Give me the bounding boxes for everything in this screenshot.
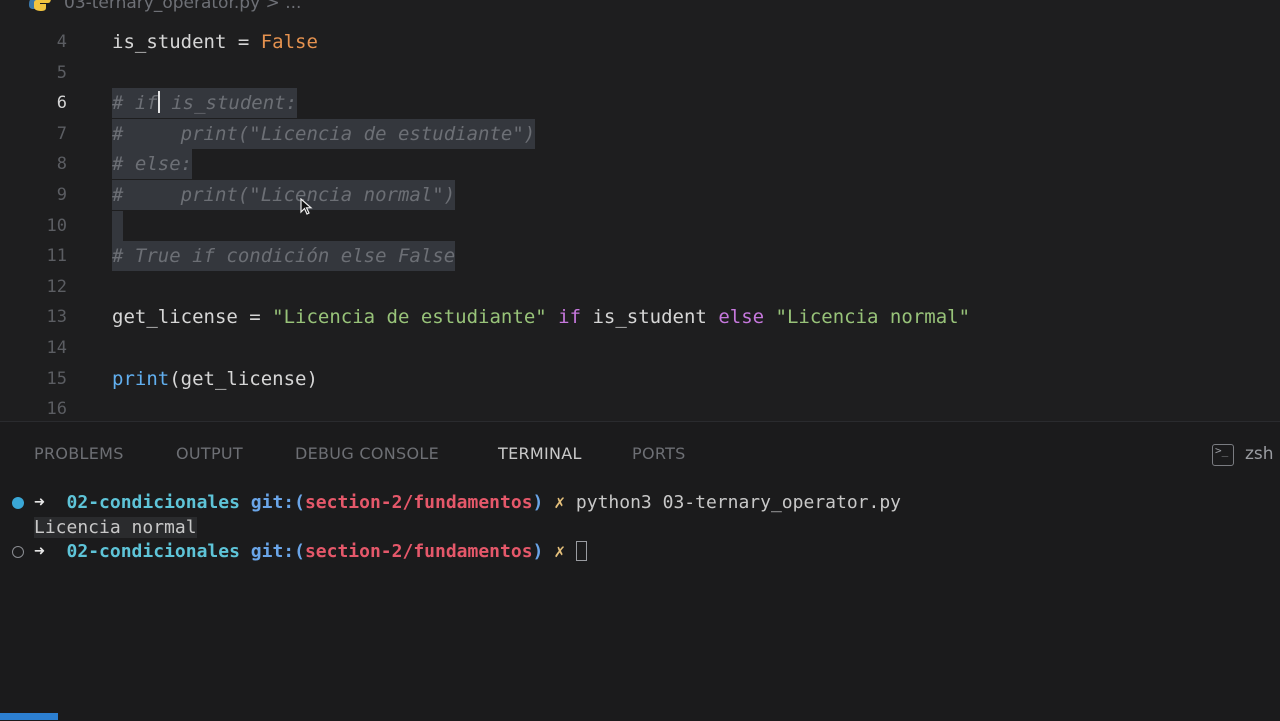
code-text: # print("Licencia de estudiante") — [112, 118, 536, 149]
code-line[interactable]: 4 is_student = False — [0, 27, 1280, 57]
terminal-icon[interactable] — [1212, 444, 1234, 466]
line-number: 14 — [46, 338, 67, 358]
prompt-git: git:( — [250, 541, 305, 562]
code-text — [112, 210, 124, 241]
code-token: = — [237, 31, 261, 53]
code-text: print(get_license) — [112, 364, 318, 394]
python-file-icon — [29, 0, 51, 11]
line-number: 15 — [46, 368, 67, 389]
panel-tabs: PROBLEMS OUTPUT DEBUG CONSOLE TERMINAL P… — [0, 422, 1280, 484]
code-token: # print("Licencia de estudiante") — [112, 122, 536, 145]
code-editor[interactable]: 4 is_student = False 5 6 # if is_student: 7 # … — [0, 27, 1280, 421]
prompt-arrow-icon: ➜ — [34, 541, 45, 562]
line-number: 4 — [56, 32, 67, 52]
code-token: if — [558, 306, 582, 329]
remote-indicator[interactable] — [0, 713, 58, 720]
line-number: 9 — [56, 185, 67, 205]
prompt-arrow-icon: ➜ — [34, 492, 45, 513]
terminal-command: python3 03-ternary_operator.py — [575, 492, 902, 513]
terminal-line[interactable]: ➜ 02-condicionales git:(section-2/fundam… — [0, 539, 1280, 565]
code-token: False — [260, 31, 318, 53]
line-number: 16 — [46, 399, 67, 420]
shell-name[interactable]: zsh — [1245, 444, 1274, 464]
prompt-directory: 02-condicionales — [66, 492, 240, 513]
code-line[interactable]: 11 # True if condición else False — [0, 241, 1280, 272]
line-number: 6 — [56, 93, 67, 114]
prompt-git: git:( — [250, 492, 305, 513]
code-text: # print("Licencia normal") — [112, 180, 456, 210]
dirty-icon: ✗ — [554, 492, 566, 513]
line-number: 8 — [56, 154, 67, 175]
tab-terminal[interactable]: TERMINAL — [498, 444, 582, 463]
command-status-icon[interactable] — [12, 546, 24, 558]
tab-debug-console[interactable]: DEBUG CONSOLE — [295, 444, 439, 463]
line-number: 12 — [46, 276, 67, 297]
code-token: is_student — [581, 306, 719, 329]
tab-problems[interactable]: PROBLEMS — [34, 444, 124, 463]
code-line[interactable]: 10 — [0, 210, 1280, 241]
code-line[interactable]: 9 # print("Licencia normal") — [0, 180, 1280, 210]
code-text: # else: — [112, 149, 193, 180]
line-number: 11 — [46, 246, 67, 267]
code-token: # if — [112, 92, 158, 115]
tab-output[interactable]: OUTPUT — [176, 444, 243, 463]
code-token: # else: — [112, 153, 193, 176]
line-number: 13 — [46, 307, 67, 328]
code-line[interactable]: 8 # else: — [0, 149, 1280, 180]
terminal-output-text: Licencia normal — [34, 517, 197, 538]
dirty-icon: ✗ — [554, 541, 566, 562]
code-token: # print("Licencia normal") — [112, 184, 456, 206]
code-token: print — [112, 367, 170, 390]
tab-ports[interactable]: PORTS — [632, 444, 686, 463]
code-token: "Licencia de estudiante" — [272, 306, 547, 329]
code-line[interactable]: 7 # print("Licencia de estudiante") — [0, 118, 1280, 149]
code-token: (get_license) — [169, 367, 318, 390]
bottom-panel: PROBLEMS OUTPUT DEBUG CONSOLE TERMINAL P… — [0, 421, 1280, 721]
code-text: is_student = False — [112, 27, 318, 57]
code-text: # if is_student: — [112, 88, 298, 119]
code-token: else — [718, 306, 765, 329]
code-token: "Licencia normal" — [775, 306, 971, 329]
prompt-branch: section-2/fundamentos — [304, 492, 533, 513]
terminal-cursor[interactable] — [575, 541, 587, 561]
terminal-line: ➜ 02-condicionales git:(section-2/fundam… — [0, 490, 1280, 516]
code-line[interactable]: 16 — [0, 394, 1280, 421]
code-line[interactable]: 14 — [0, 333, 1280, 363]
mouse-cursor-icon — [300, 198, 313, 215]
code-line[interactable]: 5 — [0, 58, 1280, 88]
code-line[interactable]: 6 # if is_student: — [0, 88, 1280, 119]
prompt-directory: 02-condicionales — [66, 541, 240, 562]
status-bar — [0, 713, 1280, 720]
code-line[interactable]: 12 — [0, 272, 1280, 302]
prompt-branch: section-2/fundamentos — [304, 541, 533, 562]
terminal-output: Licencia normal — [0, 515, 1280, 541]
line-number: 5 — [56, 62, 67, 83]
code-text: get_license = "Licencia de estudiante" i… — [112, 302, 970, 332]
code-text: # True if condición else False — [112, 241, 456, 272]
command-status-icon[interactable] — [12, 497, 24, 509]
breadcrumb: 03-ternary_operator.py > ... — [0, 0, 1280, 14]
line-number: 10 — [46, 215, 67, 236]
line-number: 7 — [56, 123, 67, 144]
code-line[interactable]: 13 get_license = "Licencia de estudiante"… — [0, 302, 1280, 332]
code-line[interactable]: 15 print(get_license) — [0, 364, 1280, 394]
code-token: is_student — [112, 31, 238, 53]
code-token: is_student: — [159, 92, 298, 115]
code-token: get_license = — [112, 306, 273, 329]
prompt-git-close: ) — [532, 492, 544, 513]
prompt-git-close: ) — [532, 541, 544, 562]
breadcrumb-file[interactable]: 03-ternary_operator.py > ... — [64, 0, 301, 13]
code-token: # True if condición else False — [112, 245, 456, 268]
